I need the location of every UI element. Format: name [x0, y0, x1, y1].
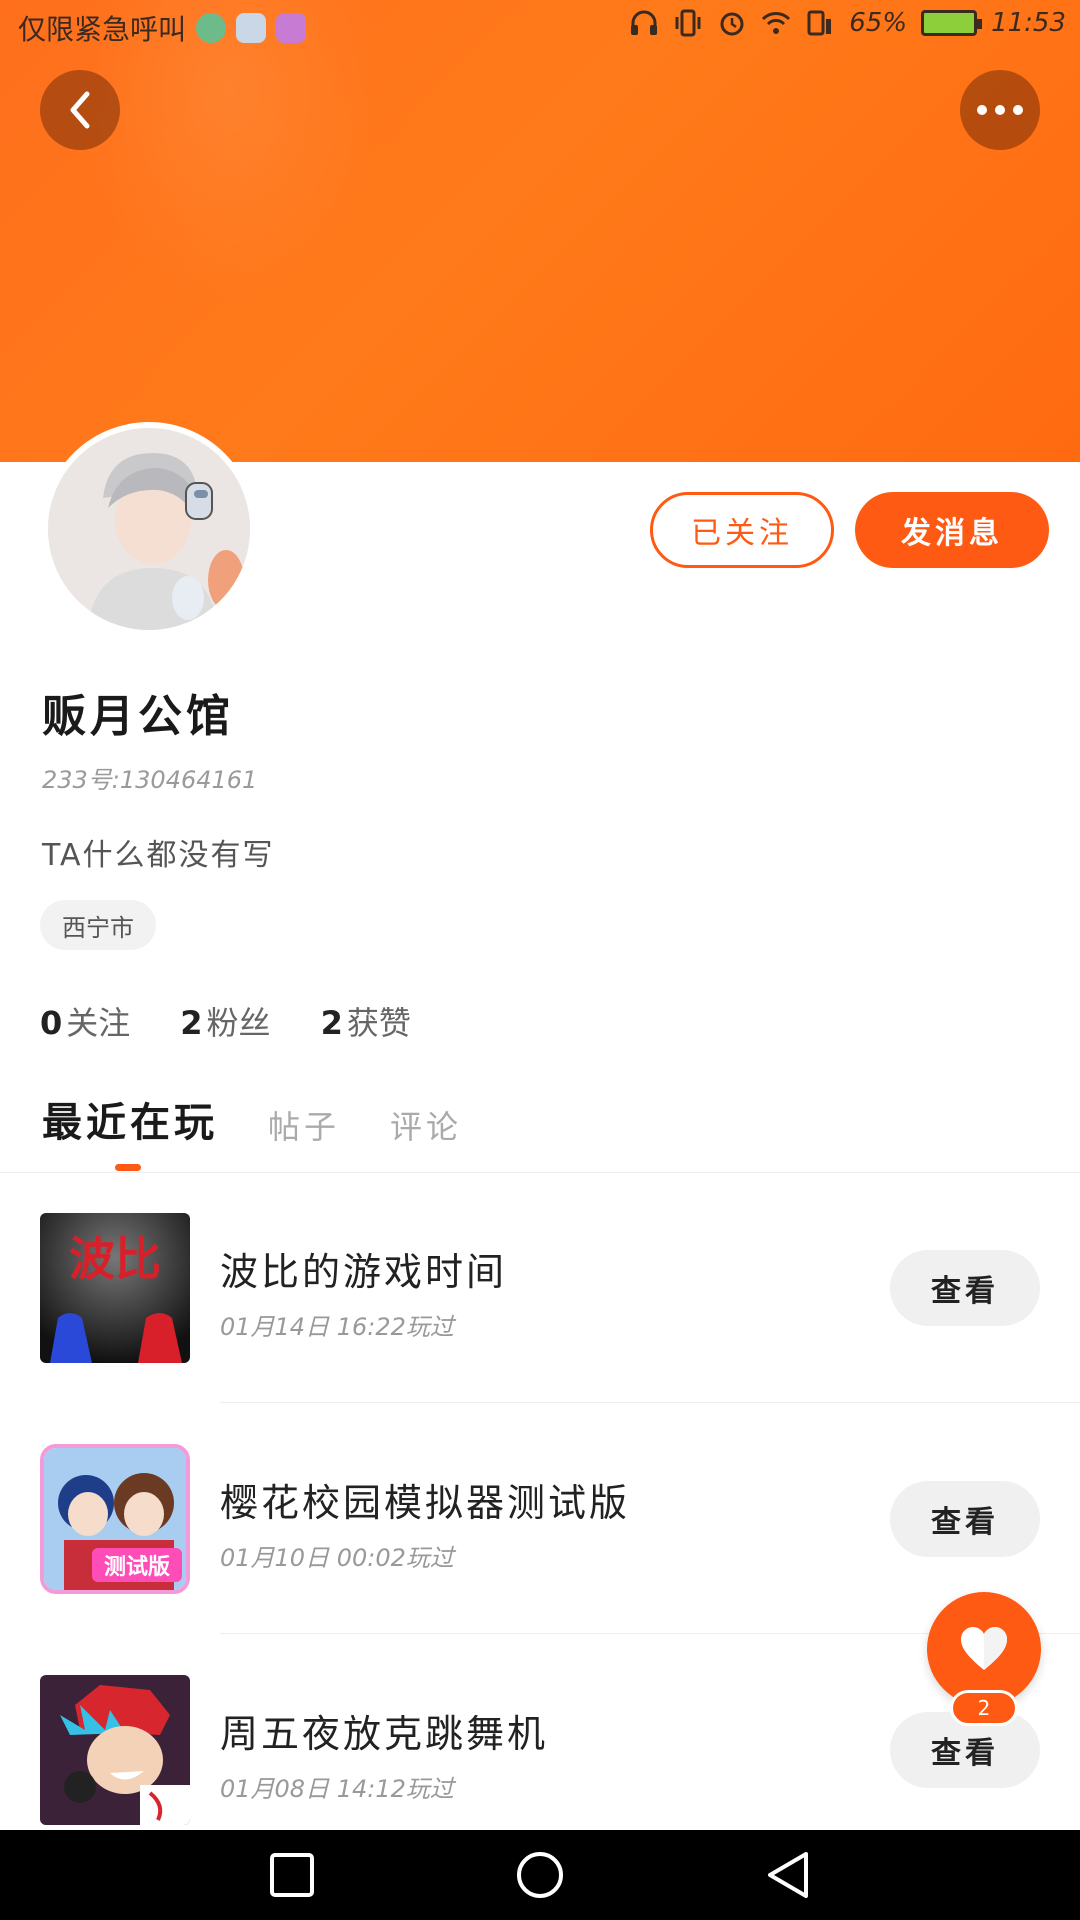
stat-likes[interactable]: 2 获赞 [321, 998, 411, 1044]
game-last-played: 01月10日 00:02玩过 [220, 1544, 454, 1572]
battery-icon [921, 10, 983, 36]
friday-night-funkin-icon [40, 1675, 190, 1825]
poppy-playtime-icon: 波比 [40, 1213, 190, 1363]
stat-followers-label: 粉丝 [206, 1004, 271, 1042]
tab-recently-played[interactable]: 最近在玩 [42, 1090, 218, 1148]
active-tab-indicator [115, 1164, 141, 1171]
stat-following[interactable]: 0 关注 [40, 998, 130, 1044]
status-right: 65% 11:53 [629, 8, 1066, 38]
game-thumbnail: 波比 [40, 1213, 190, 1363]
moon-app-icon [196, 13, 227, 43]
more-options-button[interactable] [960, 70, 1040, 150]
tab-posts[interactable]: 帖子 [268, 1102, 340, 1148]
game-title: 波比的游戏时间 [220, 1250, 508, 1294]
clock-time: 11:53 [991, 8, 1066, 38]
row-divider [220, 1402, 1080, 1403]
avatar-illustration [48, 428, 250, 630]
user-bio: TA什么都没有写 [42, 838, 275, 873]
location-tag: 西宁市 [40, 900, 156, 950]
view-game-button[interactable]: 查看 [890, 1481, 1040, 1557]
stat-followers[interactable]: 2 粉丝 [180, 998, 270, 1044]
wifi-icon [762, 12, 791, 34]
carrier-text: 仅限紧急呼叫 [18, 13, 187, 46]
game-thumbnail: 测试版 [40, 1444, 190, 1594]
heart-icon [961, 1627, 1007, 1670]
recent-apps-button[interactable] [262, 1845, 322, 1905]
game-thumb-label: 测试版 [104, 1555, 170, 1580]
view-game-button[interactable]: 查看 [890, 1250, 1040, 1326]
profile-stats: 0 关注 2 粉丝 2 获赞 [40, 998, 411, 1044]
triangle-back-icon [768, 1852, 808, 1898]
game-thumb-label: 波比 [69, 1232, 161, 1286]
battery-percent: 65% [849, 8, 908, 38]
game-title: 周五夜放克跳舞机 [220, 1712, 549, 1756]
status-left: 仅限紧急呼叫 [18, 8, 307, 48]
game-list-item[interactable]: 波比 波比的游戏时间 01月14日 16:22玩过 查看 [0, 1213, 1080, 1363]
user-id: 233号:130464161 [42, 766, 258, 794]
stat-likes-label: 获赞 [346, 1004, 411, 1042]
tabs-divider [0, 1172, 1080, 1173]
profile-tabs: 最近在玩 帖子 评论 [42, 1090, 462, 1148]
stat-followers-count: 2 [180, 1004, 203, 1042]
sakura-school-icon: 测试版 [44, 1448, 186, 1590]
game-last-played: 01月08日 14:12玩过 [220, 1775, 454, 1803]
heart-app-icon [236, 13, 267, 43]
send-message-button[interactable]: 发消息 [855, 492, 1049, 568]
circle-icon [517, 1852, 563, 1898]
status-bar: 仅限紧急呼叫 65% 11:53 [0, 0, 1080, 52]
stat-likes-count: 2 [320, 1004, 343, 1042]
game-list-item[interactable]: 周五夜放克跳舞机 01月08日 14:12玩过 查看 [0, 1675, 1080, 1825]
stat-following-count: 0 [40, 1004, 63, 1042]
like-count-badge: 2 [950, 1690, 1018, 1726]
following-button[interactable]: 已关注 [650, 492, 834, 568]
vibrate-icon [675, 9, 701, 37]
back-nav-button[interactable] [758, 1845, 818, 1905]
alarm-icon [720, 12, 744, 36]
headphones-icon [631, 10, 658, 35]
profile-header-background [0, 0, 1080, 462]
more-dots-icon [977, 105, 1023, 115]
square-icon [270, 1853, 314, 1897]
home-button[interactable] [510, 1845, 570, 1905]
system-navigation-bar [0, 1830, 1080, 1920]
game-title: 樱花校园模拟器测试版 [220, 1481, 631, 1525]
tab-comments[interactable]: 评论 [390, 1102, 462, 1148]
username: 贩月公馆 [42, 691, 234, 742]
gallery-app-icon [276, 13, 307, 43]
game-last-played: 01月14日 16:22玩过 [220, 1313, 454, 1341]
chevron-left-icon [70, 91, 90, 129]
avatar[interactable] [42, 422, 256, 636]
game-thumbnail [40, 1675, 190, 1825]
sim-signal-icon [807, 10, 832, 36]
like-fab-button[interactable] [927, 1592, 1041, 1706]
stat-following-label: 关注 [66, 1004, 131, 1042]
back-button[interactable] [40, 70, 120, 150]
game-list-item[interactable]: 测试版 樱花校园模拟器测试版 01月10日 00:02玩过 查看 [0, 1444, 1080, 1594]
